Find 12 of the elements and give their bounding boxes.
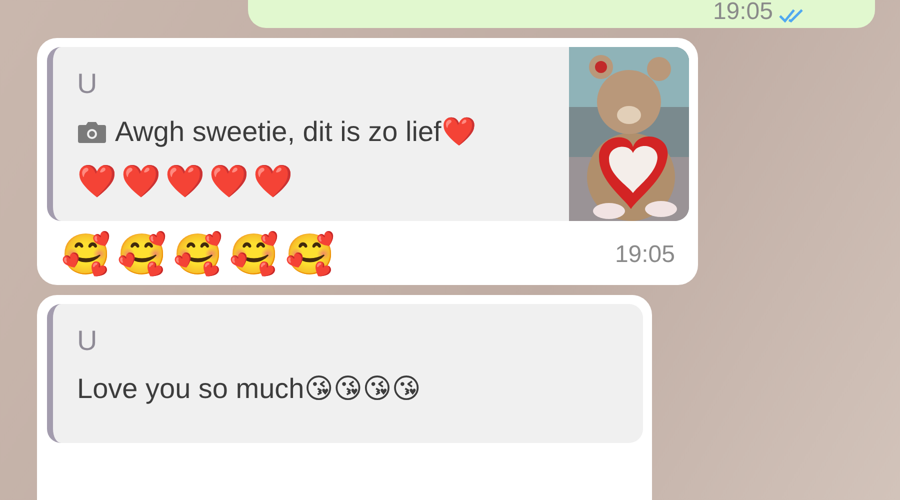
quote-text: Awgh sweetie, dit is zo lief❤ (77, 114, 549, 150)
message-time: 19:05 (712, 0, 773, 24)
quote-author: U (77, 326, 98, 357)
message-text: 🥰🥰🥰🥰🥰 (61, 233, 341, 277)
heart-emojis: ❤❤❤❤❤ (77, 164, 298, 200)
message-time: 19:05 (614, 243, 675, 267)
double-check-icon (779, 8, 805, 24)
quote-author: U (77, 69, 98, 100)
quote-text: Love you so much😘😘😘😘 (77, 372, 422, 406)
quoted-message[interactable]: U Awgh sweetie, dit is zo lief❤ ❤❤❤❤❤ (47, 47, 689, 221)
camera-icon (77, 120, 107, 144)
quoted-message[interactable]: U Love you so much😘😘😘😘 (47, 304, 643, 443)
